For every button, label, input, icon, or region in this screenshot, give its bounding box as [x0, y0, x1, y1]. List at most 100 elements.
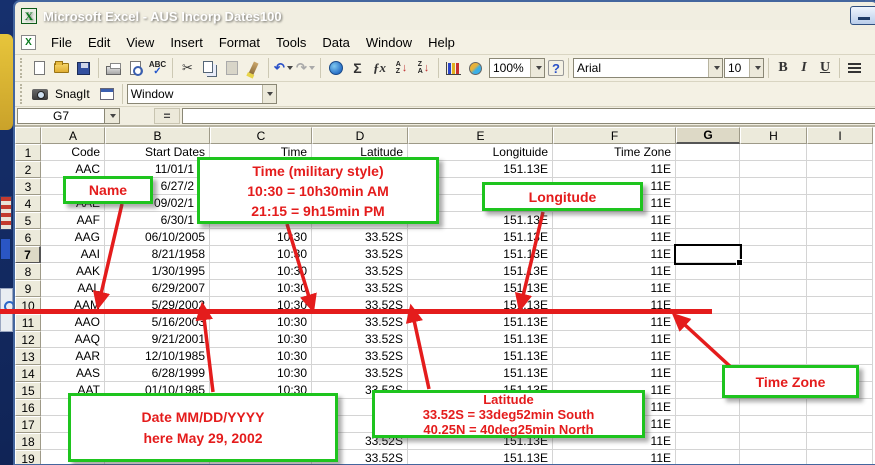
cell-E19[interactable]: 151.13E	[408, 450, 553, 465]
row-header-9[interactable]: 9	[15, 280, 41, 297]
cell-B7[interactable]: 8/21/1958	[105, 246, 210, 263]
row-header-18[interactable]: 18	[15, 433, 41, 450]
hyperlink-icon[interactable]	[325, 58, 346, 79]
cell-E6[interactable]: 151.13E	[408, 229, 553, 246]
menu-item-data[interactable]: Data	[314, 32, 357, 53]
row-header-16[interactable]: 16	[15, 399, 41, 416]
cell-H18[interactable]	[740, 433, 807, 450]
cell-E14[interactable]: 151.13E	[408, 365, 553, 382]
row-header-6[interactable]: 6	[15, 229, 41, 246]
row-header-15[interactable]: 15	[15, 382, 41, 399]
cell-D11[interactable]: 33.52S	[312, 314, 408, 331]
cell-I1[interactable]	[807, 144, 873, 161]
cell-A13[interactable]: AAR	[41, 348, 105, 365]
snagit-profile-select[interactable]: Window	[127, 84, 277, 104]
cell-H3[interactable]	[740, 178, 807, 195]
cell-G11[interactable]	[676, 314, 740, 331]
cell-C10[interactable]: 10:30	[210, 297, 312, 314]
cell-G5[interactable]	[676, 212, 740, 229]
toolbar-grip[interactable]	[20, 58, 25, 78]
cell-G1[interactable]	[676, 144, 740, 161]
cell-A1[interactable]: Code	[41, 144, 105, 161]
chart-wizard-icon[interactable]	[443, 58, 464, 79]
cell-H19[interactable]	[740, 450, 807, 465]
redo-icon[interactable]: ↷	[295, 58, 316, 79]
sort-ascending-icon[interactable]: AZ ↓	[391, 58, 412, 79]
function-icon[interactable]: ƒx	[369, 58, 390, 79]
row-header-7[interactable]: 7	[15, 246, 41, 263]
font-name-select[interactable]: Arial	[573, 58, 723, 78]
cell-D10[interactable]: 33.52S	[312, 297, 408, 314]
cell-I12[interactable]	[807, 331, 873, 348]
cut-icon[interactable]: ✂	[177, 58, 198, 79]
cell-D12[interactable]: 33.52S	[312, 331, 408, 348]
cell-H10[interactable]	[740, 297, 807, 314]
cell-G2[interactable]	[676, 161, 740, 178]
column-header-E[interactable]: E	[408, 127, 553, 144]
zoom-select[interactable]: 100%	[489, 58, 545, 78]
save-icon[interactable]	[73, 58, 94, 79]
cell-F1[interactable]: Time Zone	[553, 144, 676, 161]
print-icon[interactable]	[103, 58, 124, 79]
cell-H6[interactable]	[740, 229, 807, 246]
cell-C14[interactable]: 10:30	[210, 365, 312, 382]
new-icon[interactable]	[29, 58, 50, 79]
cell-B12[interactable]: 9/21/2001	[105, 331, 210, 348]
print-preview-icon[interactable]	[125, 58, 146, 79]
title-bar[interactable]: X Microsoft Excel - AUS Incorp Dates100	[15, 2, 875, 30]
column-header-C[interactable]: C	[210, 127, 312, 144]
align-left-icon[interactable]	[844, 58, 865, 79]
cell-B5[interactable]: 6/30/1	[105, 212, 210, 229]
cell-B8[interactable]: 1/30/1995	[105, 263, 210, 280]
column-header-D[interactable]: D	[312, 127, 408, 144]
cell-G3[interactable]	[676, 178, 740, 195]
cell-I7[interactable]	[807, 246, 873, 263]
cell-I18[interactable]	[807, 433, 873, 450]
cell-F7[interactable]: 11E	[553, 246, 676, 263]
cell-I8[interactable]	[807, 263, 873, 280]
cell-B11[interactable]: 5/16/2003	[105, 314, 210, 331]
chevron-down-icon[interactable]	[708, 59, 722, 77]
name-box-dropdown[interactable]	[105, 108, 120, 124]
cell-A7[interactable]: AAI	[41, 246, 105, 263]
cell-I10[interactable]	[807, 297, 873, 314]
format-painter-icon[interactable]	[243, 58, 264, 79]
cell-B13[interactable]: 12/10/1985	[105, 348, 210, 365]
cell-I19[interactable]	[807, 450, 873, 465]
row-header-1[interactable]: 1	[15, 144, 41, 161]
cell-C13[interactable]: 10:30	[210, 348, 312, 365]
cell-I13[interactable]	[807, 348, 873, 365]
cell-G17[interactable]	[676, 416, 740, 433]
cell-F5[interactable]: 11E	[553, 212, 676, 229]
row-header-4[interactable]: 4	[15, 195, 41, 212]
font-size-select[interactable]: 10	[724, 58, 764, 78]
chevron-down-icon[interactable]	[749, 59, 763, 77]
cell-H17[interactable]	[740, 416, 807, 433]
cell-G8[interactable]	[676, 263, 740, 280]
cell-I11[interactable]	[807, 314, 873, 331]
cell-D8[interactable]: 33.52S	[312, 263, 408, 280]
row-header-14[interactable]: 14	[15, 365, 41, 382]
cell-B9[interactable]: 6/29/2007	[105, 280, 210, 297]
cell-D14[interactable]: 33.52S	[312, 365, 408, 382]
cell-C8[interactable]: 10:30	[210, 263, 312, 280]
column-header-F[interactable]: F	[553, 127, 676, 144]
cell-A11[interactable]: AAO	[41, 314, 105, 331]
cell-G13[interactable]	[676, 348, 740, 365]
cell-H13[interactable]	[740, 348, 807, 365]
cell-I17[interactable]	[807, 416, 873, 433]
cell-D7[interactable]: 33.52S	[312, 246, 408, 263]
cell-F2[interactable]: 11E	[553, 161, 676, 178]
paste-icon[interactable]	[221, 58, 242, 79]
cell-G12[interactable]	[676, 331, 740, 348]
cell-I4[interactable]	[807, 195, 873, 212]
bold-button[interactable]: B	[773, 58, 793, 79]
minimize-button[interactable]	[850, 6, 875, 25]
snagit-properties-icon[interactable]	[97, 84, 118, 105]
chevron-down-icon[interactable]	[530, 59, 544, 77]
cell-H9[interactable]	[740, 280, 807, 297]
cell-A8[interactable]: AAK	[41, 263, 105, 280]
cell-F19[interactable]: 11E	[553, 450, 676, 465]
cell-F11[interactable]: 11E	[553, 314, 676, 331]
undo-icon[interactable]: ↶	[273, 58, 294, 79]
